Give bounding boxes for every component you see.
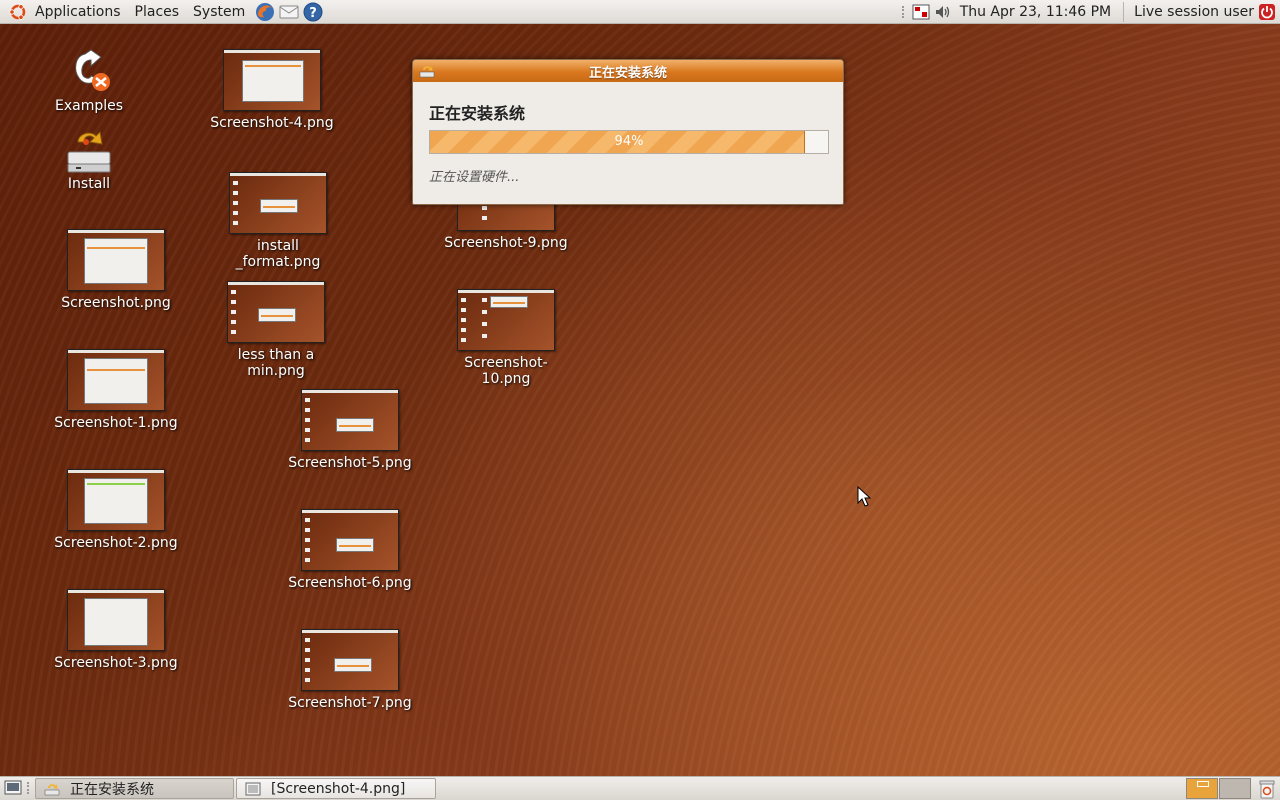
- dialog-title: 正在安装系统: [588, 65, 667, 81]
- workspace-1[interactable]: [1186, 778, 1218, 799]
- image-thumbnail: [301, 509, 399, 571]
- icon-label: install _format.png: [235, 238, 321, 270]
- progress-percent: 94%: [614, 134, 644, 149]
- icon-label: Screenshot-2.png: [54, 535, 178, 551]
- image-thumbnail: [67, 469, 165, 531]
- panel-handle-icon: [901, 5, 908, 18]
- show-desktop-icon[interactable]: [4, 780, 22, 796]
- desktop-icon-examples[interactable]: Examples: [24, 48, 154, 114]
- icon-label: Screenshot-9.png: [444, 235, 568, 251]
- image-thumbnail: [229, 172, 327, 234]
- help-launcher-icon[interactable]: ?: [302, 1, 324, 23]
- icon-label: Screenshot-1.png: [54, 415, 178, 431]
- notification-area: Thu Apr 23, 11:46 PM Live session user: [901, 0, 1280, 24]
- image-thumbnail: [67, 589, 165, 651]
- installer-task-icon: [44, 783, 60, 795]
- task-label: [Screenshot-4.png]: [271, 780, 406, 797]
- progress-status-text: 正在设置硬件...: [429, 170, 520, 185]
- firefox-launcher-icon[interactable]: [254, 1, 276, 23]
- trash-icon[interactable]: [1258, 779, 1276, 799]
- icon-label: Install: [67, 176, 111, 192]
- install-progress-bar: 94%: [429, 130, 829, 154]
- mouse-cursor-icon: [857, 486, 871, 507]
- clock[interactable]: Thu Apr 23, 11:46 PM: [954, 4, 1121, 20]
- install-progress-dialog: 正在安装系统 正在安装系统 94% 正在设置硬件...: [412, 59, 844, 205]
- ubuntu-logo-icon[interactable]: [8, 2, 28, 22]
- icon-label: Screenshot.png: [61, 295, 171, 311]
- image-thumbnail: [457, 289, 555, 351]
- install-drive-icon: [67, 130, 111, 173]
- menu-system[interactable]: System: [186, 0, 252, 24]
- icon-label: Screenshot-10.png: [464, 355, 548, 387]
- menu-places[interactable]: Places: [128, 0, 187, 24]
- workspace-2[interactable]: [1219, 778, 1251, 799]
- panel-separator: [1123, 1, 1125, 22]
- desktop-icon-screenshot-3[interactable]: Screenshot-3.png: [51, 589, 181, 671]
- image-thumbnail: [227, 281, 325, 343]
- mail-launcher-icon[interactable]: [278, 1, 300, 23]
- desktop-icon-screenshot[interactable]: Screenshot.png: [51, 229, 181, 311]
- task-label: 正在安装系统: [70, 781, 154, 798]
- top-panel: Applications Places System ? Thu Apr 23,…: [0, 0, 1280, 24]
- desktop-icon-screenshot-7[interactable]: Screenshot-7.png: [285, 629, 415, 711]
- dialog-titlebar[interactable]: 正在安装系统: [413, 60, 843, 82]
- keyboard-layout-icon[interactable]: [912, 3, 930, 21]
- panel-handle-icon: [27, 782, 31, 794]
- taskbar-item-screenshot-4[interactable]: [Screenshot-4.png]: [236, 778, 436, 799]
- desktop-icon-install-format[interactable]: install _format.png: [213, 172, 343, 270]
- desktop-icon-install[interactable]: Install: [24, 128, 154, 192]
- image-thumbnail: [223, 49, 321, 111]
- image-thumbnail: [67, 229, 165, 291]
- icon-label: Screenshot-5.png: [288, 455, 412, 471]
- desktop-icon-screenshot-10[interactable]: Screenshot-10.png: [441, 289, 571, 387]
- installer-icon: [419, 66, 435, 78]
- icon-label: Screenshot-7.png: [288, 695, 412, 711]
- icon-label: Screenshot-6.png: [288, 575, 412, 591]
- shutdown-icon[interactable]: [1258, 3, 1276, 21]
- image-thumbnail: [301, 389, 399, 451]
- image-thumbnail: [301, 629, 399, 691]
- icon-label: less than a min.png: [237, 347, 315, 379]
- desktop-icon-screenshot-1[interactable]: Screenshot-1.png: [51, 349, 181, 431]
- image-thumbnail: [67, 349, 165, 411]
- icon-label: Screenshot-3.png: [54, 655, 178, 671]
- examples-folder-icon: [75, 49, 110, 91]
- user-switcher[interactable]: Live session user: [1126, 4, 1258, 20]
- taskbar-item-installer[interactable]: 正在安装系统: [35, 778, 234, 799]
- desktop-icon-screenshot-4[interactable]: Screenshot-4.png: [207, 49, 337, 131]
- desktop-icon-less-than-a-min[interactable]: less than a min.png: [211, 281, 341, 379]
- menu-applications[interactable]: Applications: [28, 0, 128, 24]
- bottom-panel: 正在安装系统 [Screenshot-4.png]: [0, 776, 1280, 800]
- desktop-icon-screenshot-2[interactable]: Screenshot-2.png: [51, 469, 181, 551]
- image-viewer-task-icon: [245, 782, 261, 795]
- volume-icon[interactable]: [934, 3, 952, 21]
- icon-label: Screenshot-4.png: [210, 115, 334, 131]
- desktop-icon-screenshot-6[interactable]: Screenshot-6.png: [285, 509, 415, 591]
- desktop-icon-screenshot-5[interactable]: Screenshot-5.png: [285, 389, 415, 471]
- dialog-heading: 正在安装系统: [429, 104, 526, 123]
- icon-label: Examples: [54, 98, 124, 114]
- svg-text:?: ?: [309, 6, 317, 21]
